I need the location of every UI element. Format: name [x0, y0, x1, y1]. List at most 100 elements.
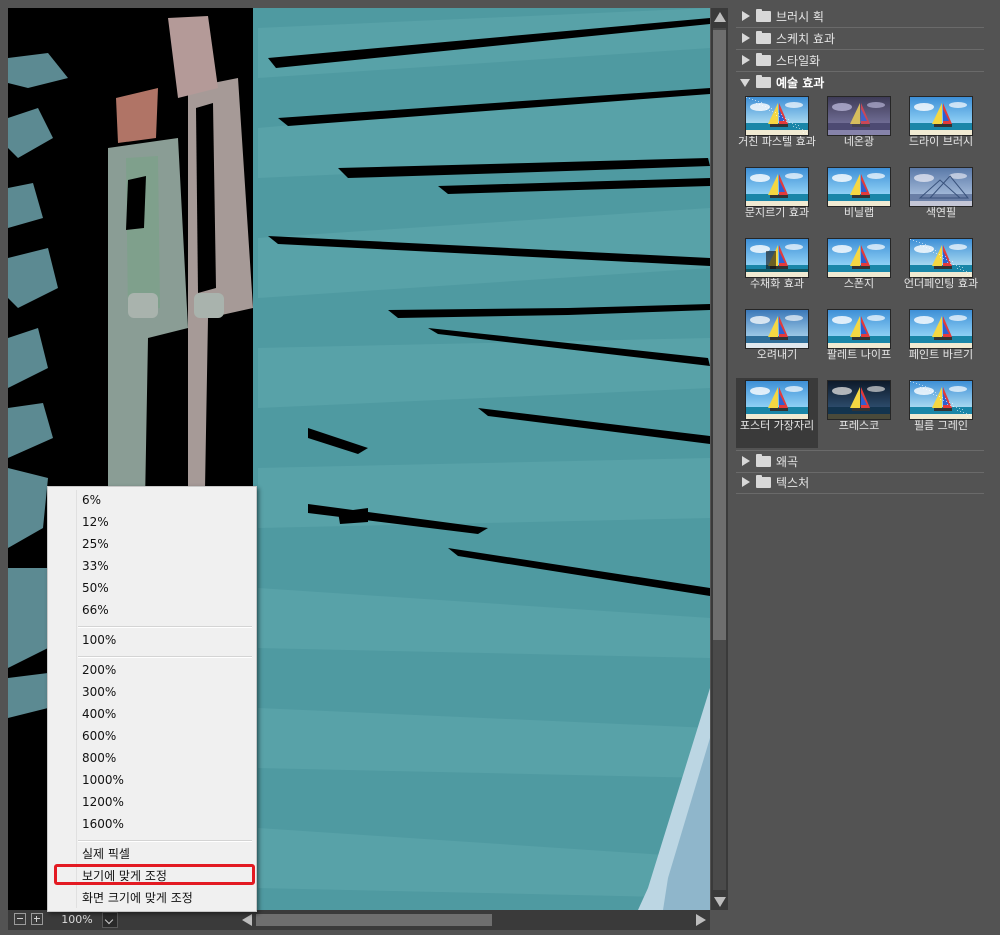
expand-arrow-icon [742, 55, 750, 65]
highlight-annotation-box [54, 864, 255, 885]
zoom-item-200[interactable]: 200% [78, 659, 252, 681]
zoom-dropdown-button[interactable] [102, 912, 118, 928]
scroll-up-icon[interactable] [714, 12, 726, 22]
folder-open-icon [756, 75, 771, 88]
filter-preview-image [745, 309, 809, 349]
folder-icon [756, 454, 771, 467]
filter-gallery-panel: 브러시 획 스케치 효과 스타일화 예술 효과 거친 파스텔 효과 네온광 드라이 … [736, 6, 984, 930]
filter-label: 필름 그레인 [913, 419, 969, 432]
filter-thumbnail[interactable]: 페인트 바르기 [900, 307, 982, 377]
filter-thumbnail[interactable]: 비닐랩 [818, 165, 900, 235]
filter-preview-image [909, 238, 973, 278]
filter-thumbnail[interactable]: 팔레트 나이프 [818, 307, 900, 377]
filter-thumbnail[interactable]: 거친 파스텔 효과 [736, 94, 818, 164]
zoom-item-fit-on-screen[interactable]: 화면 크기에 맞게 조정 [78, 887, 252, 909]
zoom-out-button[interactable] [14, 913, 26, 925]
category-brush-strokes[interactable]: 브러시 획 [736, 6, 984, 28]
filter-label: 오려내기 [756, 348, 798, 361]
folder-icon [756, 53, 771, 66]
menu-separator [78, 840, 252, 842]
zoom-item-25[interactable]: 25% [78, 533, 252, 555]
category-label: 스케치 효과 [776, 32, 836, 46]
filter-label: 포스터 가장자리 [739, 419, 815, 432]
filter-label: 수채화 효과 [749, 277, 805, 290]
expand-arrow-icon [742, 33, 750, 43]
filter-label: 문지르기 효과 [744, 206, 810, 219]
filter-preview-image [745, 380, 809, 420]
filter-preview-image [827, 167, 891, 207]
zoom-item-600[interactable]: 600% [78, 725, 252, 747]
zoom-menu: 6% 12% 25% 33% 50% 66% 100% 200% 300% 40… [47, 486, 257, 912]
zoom-item-1000[interactable]: 1000% [78, 769, 252, 791]
filter-preview-image [745, 238, 809, 278]
zoom-item-66[interactable]: 66% [78, 599, 252, 621]
category-distort[interactable]: 왜곡 [736, 450, 984, 473]
expand-arrow-icon [742, 11, 750, 21]
menu-gutter [76, 490, 77, 908]
zoom-item-800[interactable]: 800% [78, 747, 252, 769]
zoom-item-12[interactable]: 12% [78, 511, 252, 533]
scroll-down-icon[interactable] [714, 897, 726, 907]
scroll-thumb[interactable] [713, 30, 726, 640]
zoom-in-button[interactable] [31, 913, 43, 925]
filter-preview-image [745, 96, 809, 136]
filter-label: 네온광 [843, 135, 875, 148]
filter-thumbnail[interactable]: 프레스코 [818, 378, 900, 448]
filter-preview-image [827, 380, 891, 420]
zoom-item-100[interactable]: 100% [78, 629, 252, 651]
zoom-item-400[interactable]: 400% [78, 703, 252, 725]
expand-arrow-icon [742, 477, 750, 487]
filter-preview-image [827, 238, 891, 278]
filter-label: 색연필 [925, 206, 957, 219]
folder-icon [756, 31, 771, 44]
filter-thumbnail[interactable]: 색연필 [900, 165, 982, 235]
filter-preview-image [909, 380, 973, 420]
filter-label: 언더페인팅 효과 [903, 277, 979, 290]
category-sketch[interactable]: 스케치 효과 [736, 28, 984, 50]
filter-label: 프레스코 [838, 419, 880, 432]
zoom-value: 100% [61, 913, 93, 926]
filter-thumbnail[interactable]: 언더페인팅 효과 [900, 236, 982, 306]
zoom-item-1600[interactable]: 1600% [78, 813, 252, 835]
filter-preview-image [909, 167, 973, 207]
filter-label: 거친 파스텔 효과 [738, 135, 816, 148]
category-label: 예술 효과 [776, 76, 825, 90]
menu-separator [78, 626, 252, 628]
category-label: 텍스처 [776, 476, 810, 490]
scroll-right-icon[interactable] [696, 914, 706, 926]
category-texture[interactable]: 텍스처 [736, 472, 984, 494]
menu-separator [78, 656, 252, 658]
filter-preview-image [827, 309, 891, 349]
preview-statusbar: 100% [8, 910, 710, 930]
filter-thumbnail[interactable]: 수채화 효과 [736, 236, 818, 306]
filter-thumbnail[interactable]: 오려내기 [736, 307, 818, 377]
zoom-item-6[interactable]: 6% [78, 489, 252, 511]
filter-preview-image [909, 96, 973, 136]
expand-arrow-icon [742, 456, 750, 466]
filter-thumbnail[interactable]: 스폰지 [818, 236, 900, 306]
filter-label: 페인트 바르기 [908, 348, 974, 361]
filter-label: 비닐랩 [843, 206, 875, 219]
folder-icon [756, 475, 771, 488]
folder-icon [756, 9, 771, 22]
filter-thumbnail[interactable]: 네온광 [818, 94, 900, 164]
filter-preview-image [909, 309, 973, 349]
zoom-item-1200[interactable]: 1200% [78, 791, 252, 813]
filter-thumbnail[interactable]: 문지르기 효과 [736, 165, 818, 235]
scroll-left-icon[interactable] [242, 914, 252, 926]
filter-label: 팔레트 나이프 [826, 348, 892, 361]
scroll-thumb[interactable] [256, 914, 492, 926]
zoom-item-33[interactable]: 33% [78, 555, 252, 577]
filter-thumbnail[interactable]: 필름 그레인 [900, 378, 982, 448]
category-label: 브러시 획 [776, 10, 824, 24]
zoom-item-actual-pixels[interactable]: 실제 픽셀 [78, 843, 252, 865]
category-artistic[interactable]: 예술 효과 [736, 72, 984, 93]
category-stylize[interactable]: 스타일화 [736, 50, 984, 72]
zoom-item-300[interactable]: 300% [78, 681, 252, 703]
category-label: 스타일화 [776, 54, 821, 68]
zoom-item-50[interactable]: 50% [78, 577, 252, 599]
filter-thumbnail[interactable]: 포스터 가장자리 [736, 378, 818, 448]
filter-thumbnail[interactable]: 드라이 브러시 [900, 94, 982, 164]
preview-vertical-scrollbar[interactable] [711, 8, 728, 910]
preview-horizontal-scrollbar[interactable] [240, 912, 708, 928]
